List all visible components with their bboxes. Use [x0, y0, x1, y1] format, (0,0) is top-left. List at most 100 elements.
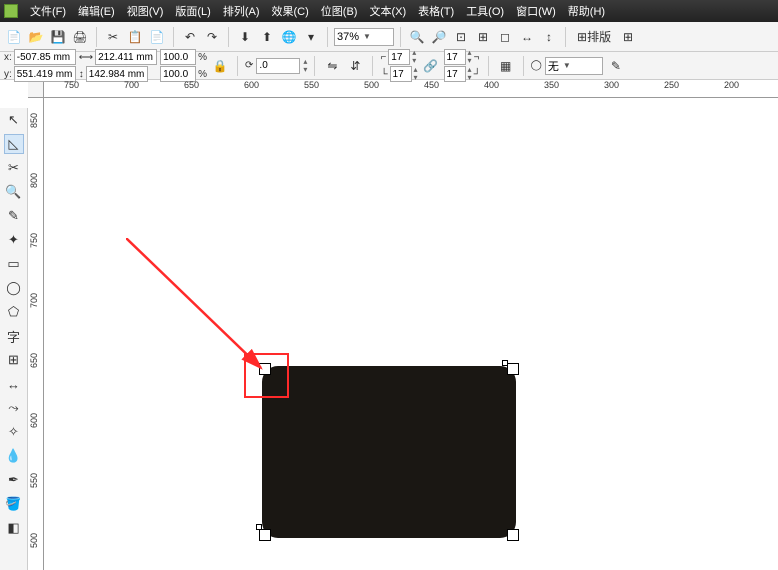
table-tool[interactable]: ⊞ [4, 350, 24, 370]
publish-button[interactable]: 🌐 [279, 27, 299, 47]
mirror-h-button[interactable]: ⇋ [322, 56, 342, 76]
options-button[interactable]: ▾ [301, 27, 321, 47]
layout-button[interactable]: ⊞ 排版 [572, 27, 616, 47]
corner-field[interactable]: 17 [444, 66, 466, 82]
position-block: x: -507.85 mm y: 551.419 mm [4, 49, 76, 82]
menu-help[interactable]: 帮助(H) [568, 3, 605, 19]
zoom-tool[interactable]: 🔍 [4, 182, 24, 202]
width-field[interactable]: 212.411 mm [95, 49, 157, 65]
ellipse-tool[interactable]: ◯ [4, 278, 24, 298]
rotate-icon: ⟳ [245, 60, 253, 71]
rotation-field[interactable]: .0 [256, 58, 300, 74]
menu-view[interactable]: 视图(V) [127, 3, 164, 19]
crop-tool[interactable]: ✂ [4, 158, 24, 178]
corner-field[interactable]: 17 [390, 66, 412, 82]
menu-text[interactable]: 文本(X) [369, 3, 406, 19]
horizontal-ruler[interactable]: 750 700 650 600 550 500 450 400 350 300 … [44, 82, 778, 98]
save-button[interactable]: 💾 [48, 27, 68, 47]
corner-field[interactable]: 17 [388, 49, 410, 65]
rounded-rectangle-shape[interactable] [262, 366, 516, 538]
text-tool[interactable]: 字 [4, 326, 24, 346]
menu-layout[interactable]: 版面(L) [175, 3, 210, 19]
separator [237, 56, 238, 76]
interactive-fill-tool[interactable]: ◧ [4, 518, 24, 538]
lock-ratio-button[interactable]: 🔒 [210, 56, 230, 76]
menu-bitmap[interactable]: 位图(B) [321, 3, 358, 19]
polygon-tool[interactable]: ⬠ [4, 302, 24, 322]
open-button[interactable]: 📂 [26, 27, 46, 47]
node-handle[interactable] [256, 524, 262, 530]
menu-effects[interactable]: 效果(C) [272, 3, 309, 19]
mirror-v-button[interactable]: ⇵ [345, 56, 365, 76]
zoom-height-button[interactable]: ↕ [539, 27, 559, 47]
vertical-ruler[interactable]: 850 800 750 700 650 600 550 500 [28, 98, 44, 570]
ruler-tick: 500 [364, 80, 379, 90]
corner-field[interactable]: 17 [444, 49, 466, 65]
eyedropper-tool[interactable]: 💧 [4, 446, 24, 466]
rectangle-tool[interactable]: ▭ [4, 254, 24, 274]
ruler-tick: 550 [29, 473, 39, 488]
width-icon: ⟷ [79, 52, 93, 63]
ruler-tick: 550 [304, 80, 319, 90]
wrap-button[interactable]: ▦ [496, 56, 516, 76]
percent-label: % [198, 52, 207, 63]
ruler-tick: 600 [29, 413, 39, 428]
menu-edit[interactable]: 编辑(E) [78, 3, 115, 19]
convert-button[interactable]: ✎ [606, 56, 626, 76]
corner-lock-button[interactable]: 🔗 [421, 56, 441, 76]
paste-button[interactable]: 📄 [147, 27, 167, 47]
node-handle[interactable] [502, 360, 508, 366]
ruler-tick: 400 [484, 80, 499, 90]
connector-tool[interactable]: ⤳ [4, 398, 24, 418]
corner-handle-tr[interactable] [507, 363, 519, 375]
annotation-arrow [126, 238, 296, 408]
new-button[interactable]: 📄 [4, 27, 24, 47]
scale-x-field[interactable]: 100.0 [160, 49, 196, 65]
ruler-tick: 850 [29, 113, 39, 128]
ruler-corner [28, 82, 44, 98]
redo-button[interactable]: ↷ [202, 27, 222, 47]
canvas[interactable] [44, 98, 778, 570]
zoom-combo[interactable]: 37% ▼ [334, 28, 394, 46]
menu-arrange[interactable]: 排列(A) [223, 3, 260, 19]
print-button[interactable]: 🖨 [70, 27, 90, 47]
app-icon [4, 4, 18, 18]
zoom-in-button[interactable]: 🔍 [407, 27, 427, 47]
corner-block1: ⌐17▴▾ └17▴▾ [380, 49, 417, 82]
zoom-page-button[interactable]: ◻ [495, 27, 515, 47]
separator [565, 27, 566, 47]
separator [96, 27, 97, 47]
outline-combo[interactable]: 无 ▼ [545, 57, 603, 75]
x-label: x: [4, 52, 12, 63]
separator [488, 56, 489, 76]
layout-more-button[interactable]: ⊞ [618, 27, 638, 47]
menu-tools[interactable]: 工具(O) [466, 3, 504, 19]
fill-tool[interactable]: 🪣 [4, 494, 24, 514]
outline-value: 无 [548, 58, 559, 74]
property-bar: x: -507.85 mm y: 551.419 mm ⟷ 212.411 mm… [0, 52, 778, 80]
zoom-sel-button[interactable]: ⊡ [451, 27, 471, 47]
dimension-tool[interactable]: ↔ [4, 374, 24, 394]
corner-handle-br[interactable] [507, 529, 519, 541]
x-field[interactable]: -507.85 mm [14, 49, 76, 65]
copy-button[interactable]: 📋 [125, 27, 145, 47]
smart-fill-tool[interactable]: ✦ [4, 230, 24, 250]
zoom-out-button[interactable]: 🔎 [429, 27, 449, 47]
cut-button[interactable]: ✂ [103, 27, 123, 47]
corner-block2: 17▴▾¬ 17▴▾┘ [444, 49, 481, 82]
export-button[interactable]: ⬆ [257, 27, 277, 47]
zoom-width-button[interactable]: ↔ [517, 27, 537, 47]
percent-label: % [198, 69, 207, 80]
import-button[interactable]: ⬇ [235, 27, 255, 47]
menu-file[interactable]: 文件(F) [30, 3, 66, 19]
zoom-fit-button[interactable]: ⊞ [473, 27, 493, 47]
menu-window[interactable]: 窗口(W) [516, 3, 556, 19]
shape-tool[interactable]: ◺ [4, 134, 24, 154]
outline-tool[interactable]: ✒ [4, 470, 24, 490]
pick-tool[interactable]: ↖ [4, 110, 24, 130]
effects-tool[interactable]: ✧ [4, 422, 24, 442]
menu-table[interactable]: 表格(T) [418, 3, 454, 19]
corner-handle-bl[interactable] [259, 529, 271, 541]
undo-button[interactable]: ↶ [180, 27, 200, 47]
freehand-tool[interactable]: ✎ [4, 206, 24, 226]
